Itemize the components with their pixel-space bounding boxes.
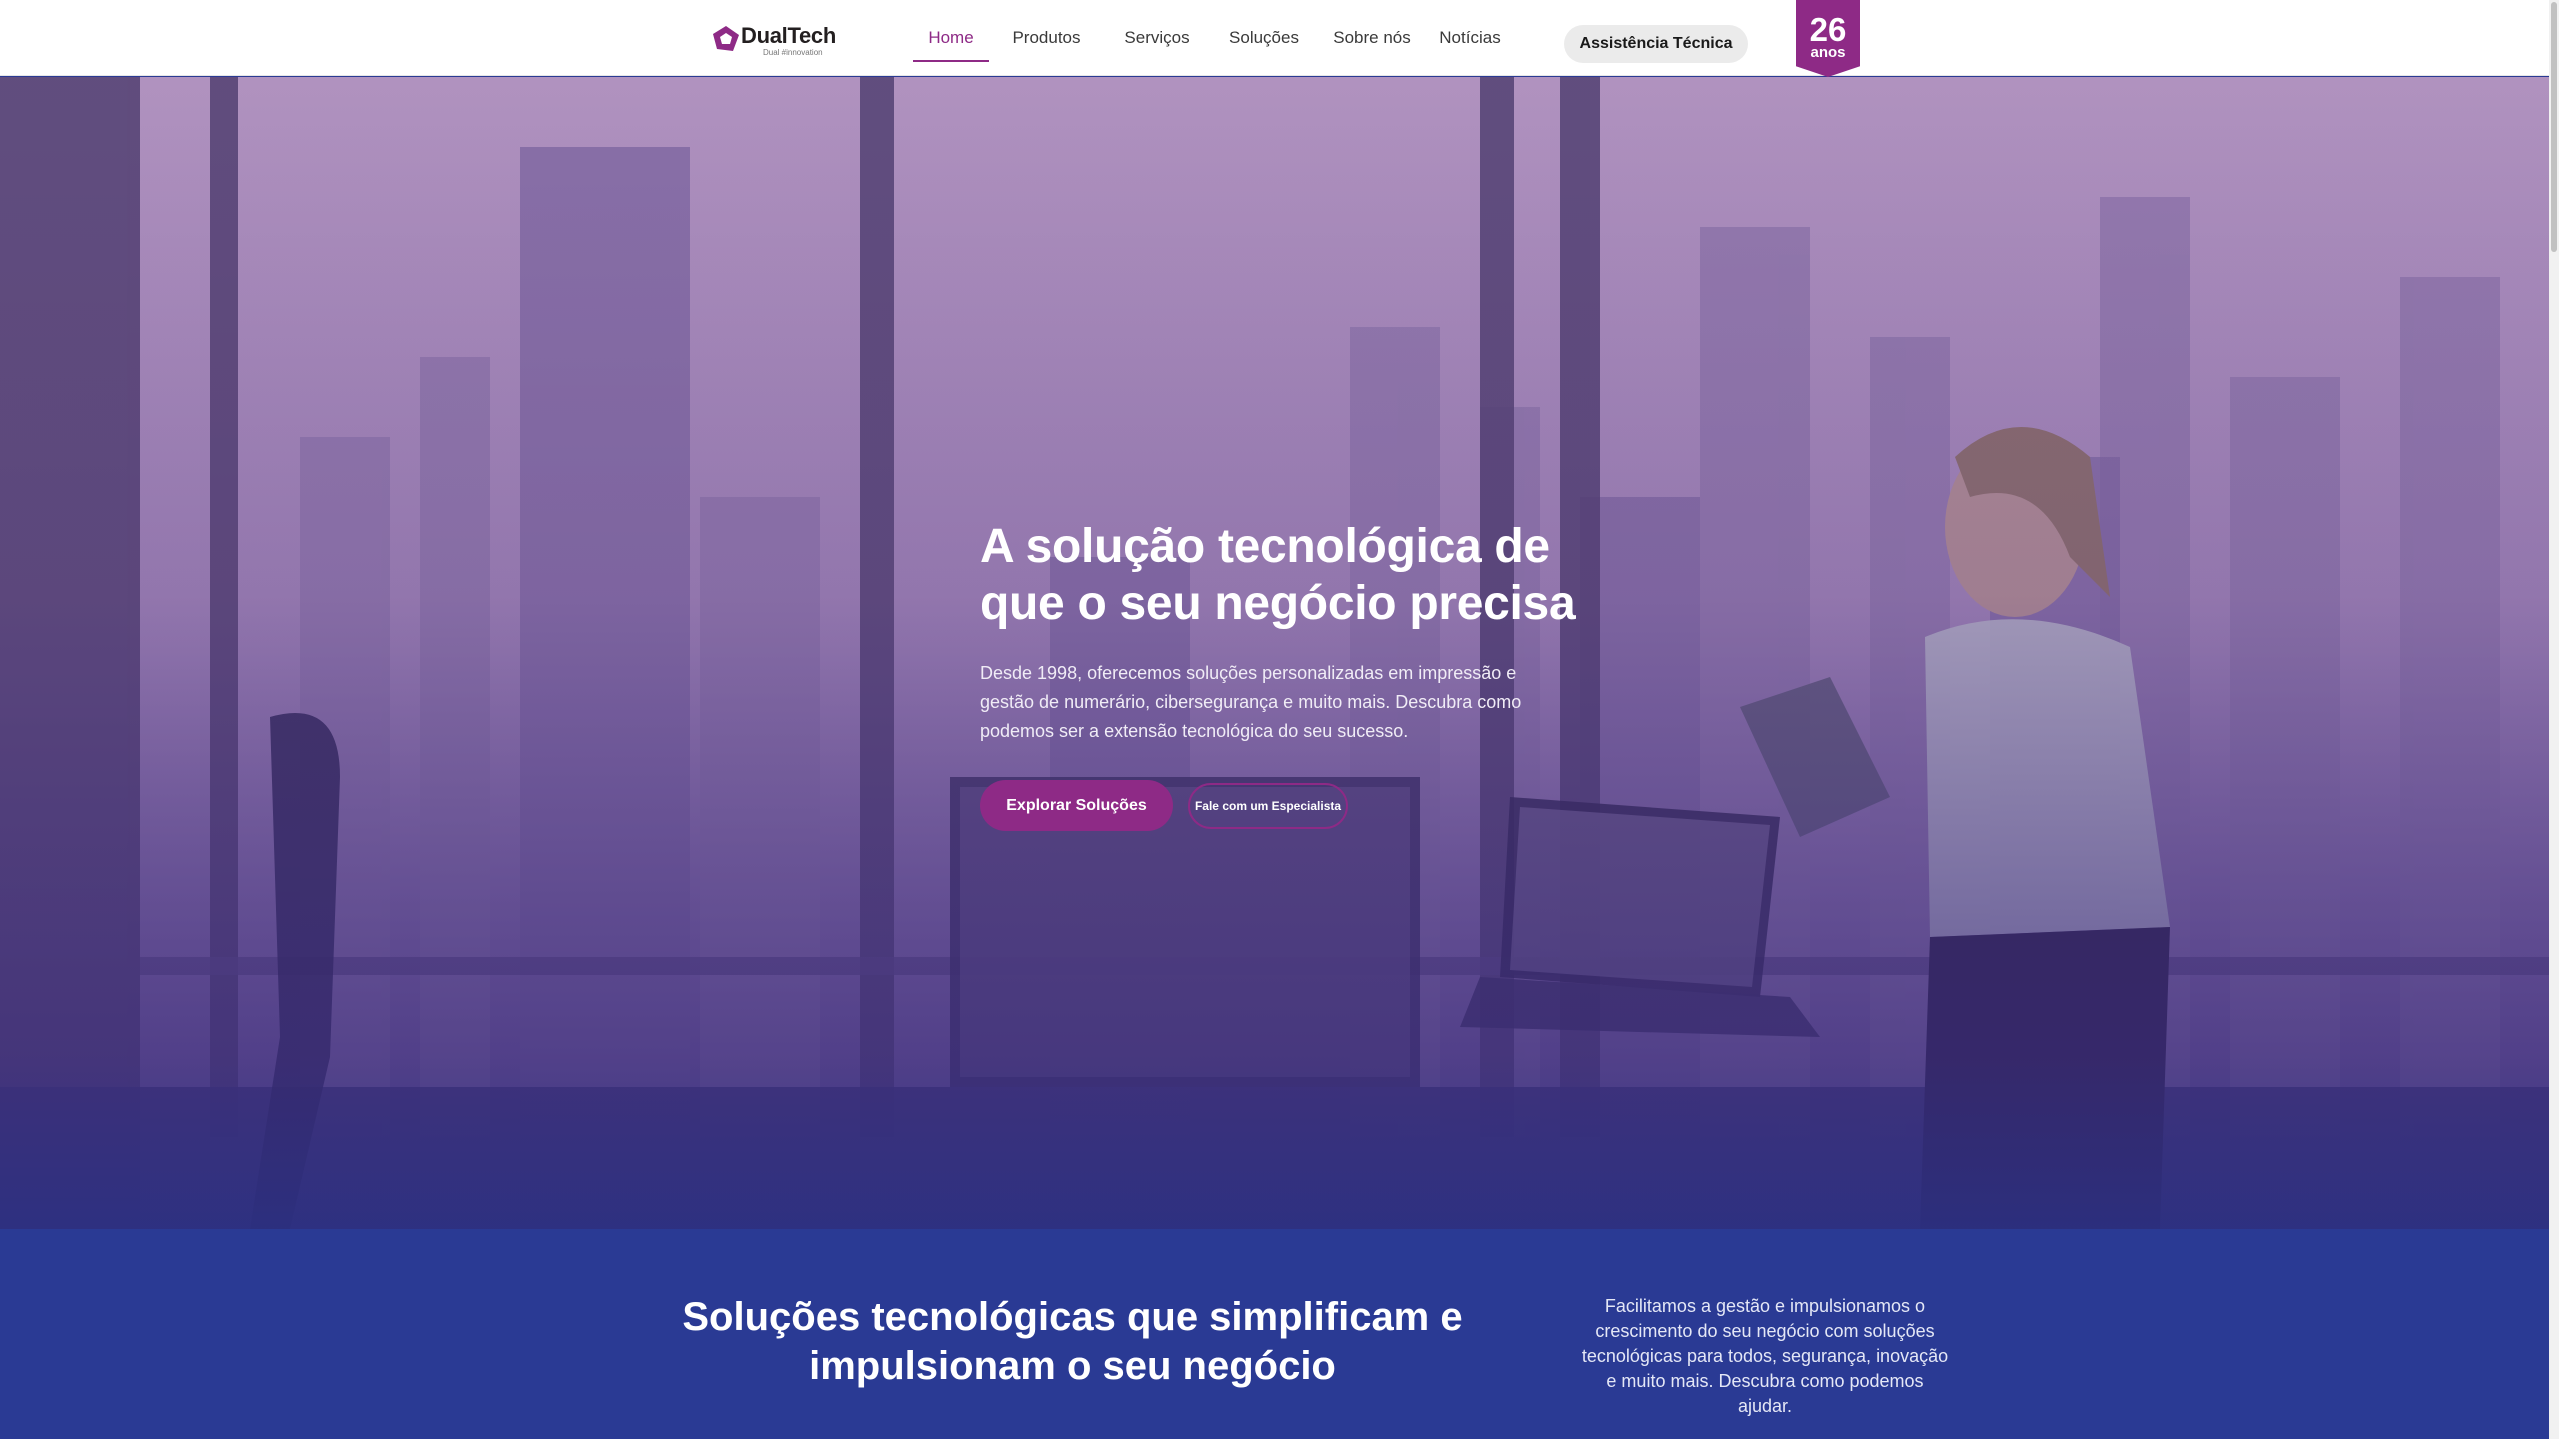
hero-buttons: Explorar Soluções Fale com um Especialis… bbox=[980, 780, 1600, 831]
nav-solucoes[interactable]: Soluções bbox=[1210, 0, 1318, 76]
nav-home[interactable]: Home bbox=[913, 0, 989, 76]
scrollbar-thumb[interactable] bbox=[2551, 2, 2557, 252]
assistencia-tecnica-button[interactable]: Assistência Técnica bbox=[1564, 25, 1748, 63]
hero-section: A solução tecnológica de que o seu negóc… bbox=[0, 77, 2559, 1229]
hero-content: A solução tecnológica de que o seu negóc… bbox=[980, 518, 1600, 831]
nav-sobre-nos[interactable]: Sobre nós bbox=[1318, 0, 1426, 76]
anniversary-number: 26 bbox=[1809, 11, 1847, 48]
hero-title: A solução tecnológica de que o seu negóc… bbox=[980, 520, 1576, 630]
anniversary-badge: 26 anos bbox=[1796, 0, 1860, 77]
logo-tagline: Dual #innovation bbox=[763, 48, 823, 57]
explorar-solucoes-button[interactable]: Explorar Soluções bbox=[980, 780, 1173, 831]
site-header: DualTech Dual #innovation Home Produtos … bbox=[0, 0, 2559, 77]
anniversary-word: anos bbox=[1810, 44, 1846, 61]
fale-especialista-button[interactable]: Fale com um Especialista bbox=[1188, 782, 1348, 829]
solutions-title: Soluções tecnológicas que simplificam e … bbox=[682, 1295, 1463, 1388]
solutions-section: Soluções tecnológicas que simplificam e … bbox=[0, 1229, 2559, 1439]
logo-mark-icon bbox=[713, 26, 739, 51]
solutions-description: Facilitamos a gestão e impulsionamos o c… bbox=[1581, 1296, 1949, 1416]
nav-servicos[interactable]: Serviços bbox=[1104, 0, 1210, 76]
hero-description: Desde 1998, oferecemos soluções personal… bbox=[980, 663, 1522, 741]
page-scrollbar[interactable] bbox=[2549, 0, 2559, 1439]
nav-produtos[interactable]: Produtos bbox=[989, 0, 1104, 76]
logo-name: DualTech bbox=[741, 23, 836, 48]
nav-noticias[interactable]: Notícias bbox=[1426, 0, 1514, 76]
main-nav: Home Produtos Serviços Soluções Sobre nó… bbox=[913, 0, 1514, 76]
dualtech-logo[interactable]: DualTech Dual #innovation bbox=[711, 20, 851, 60]
